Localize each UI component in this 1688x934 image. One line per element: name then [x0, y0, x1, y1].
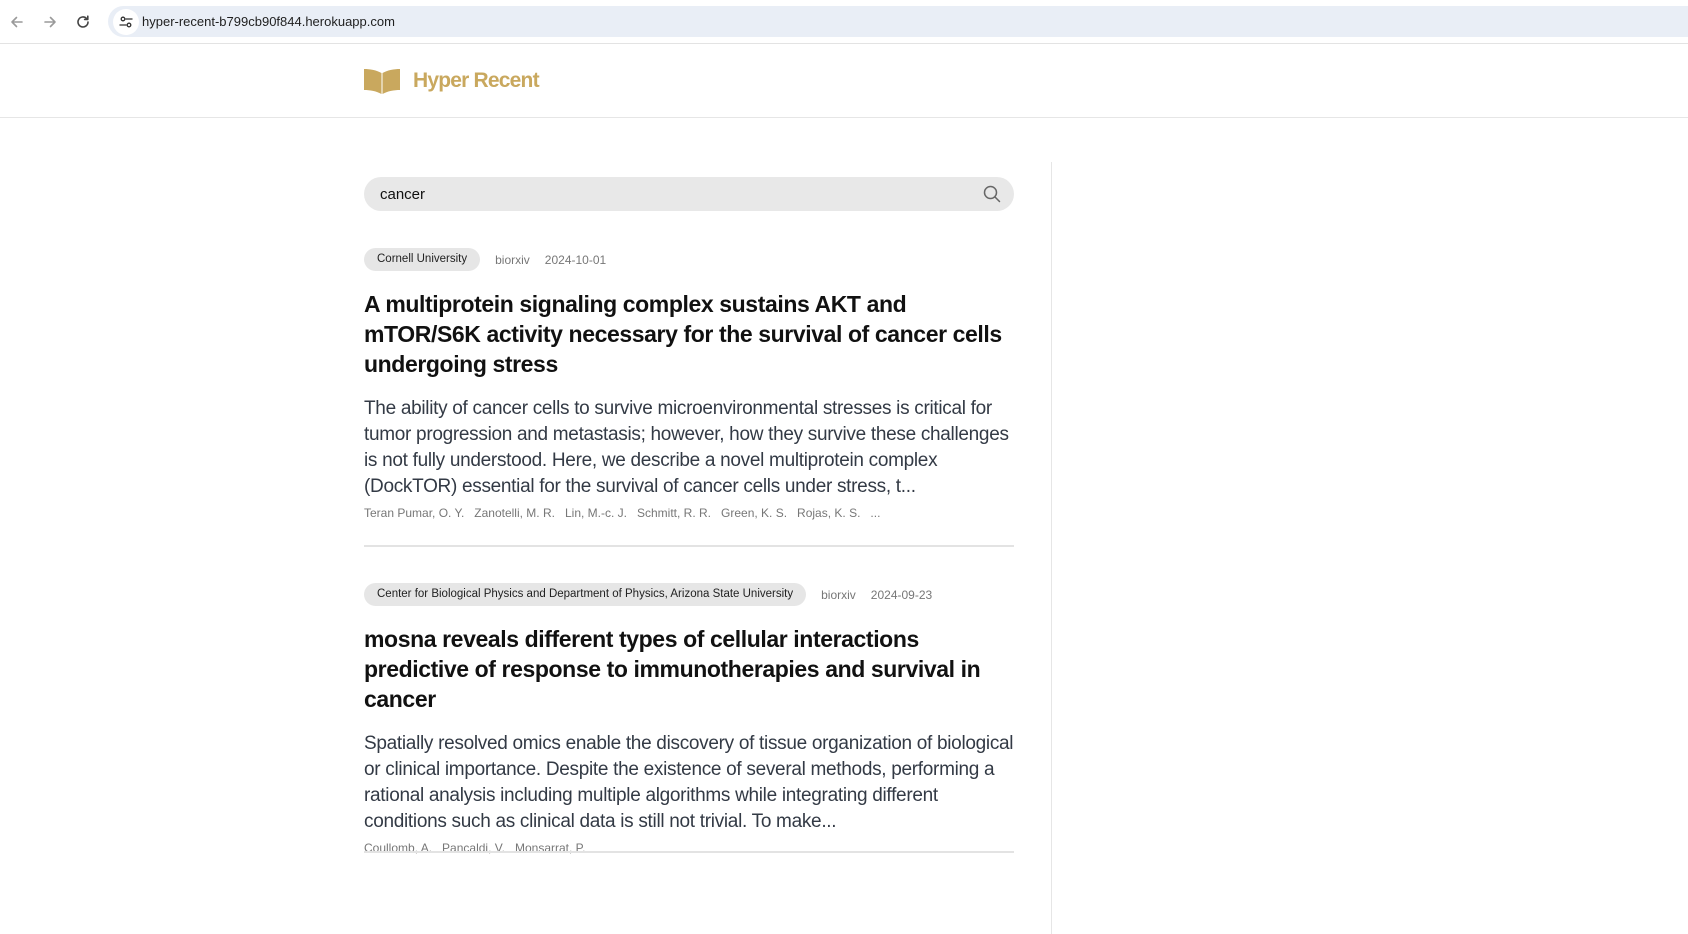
site-name: Hyper Recent — [413, 69, 540, 92]
article-abstract: The ability of cancer cells to survive m… — [364, 398, 1009, 497]
search-input[interactable] — [378, 177, 968, 211]
article-date: 2024-10-01 — [544, 252, 607, 267]
article-divider — [364, 851, 1014, 853]
article-meta: Cornell University biorxiv 2024-10-01 — [364, 248, 1014, 271]
forward-button[interactable] — [36, 8, 64, 36]
arrow-left-icon — [11, 16, 23, 28]
search-box — [364, 177, 1014, 211]
site-logo[interactable]: Hyper Recent — [363, 64, 540, 98]
author-name[interactable]: Monsarrat, P. — [515, 840, 585, 856]
open-book-icon — [364, 69, 400, 94]
article-abstract: Spatially resolved omics enable the disc… — [364, 733, 1014, 832]
author-name[interactable]: Schmitt, R. R. — [637, 505, 711, 521]
author-name[interactable]: Zanotelli, M. R. — [474, 505, 555, 521]
article-card: Center for Biological Physics and Depart… — [364, 583, 1014, 856]
browser-toolbar: hyper-recent-b799cb90f844.herokuapp.com — [0, 0, 1688, 44]
reload-icon — [77, 15, 89, 28]
article-title[interactable]: mosna reveals different types of cellula… — [364, 624, 1014, 714]
more-authors[interactable]: ... — [870, 505, 880, 521]
back-button[interactable] — [3, 8, 31, 36]
author-name[interactable]: Rojas, K. S. — [797, 505, 860, 521]
author-name[interactable]: Lin, M.-c. J. — [565, 505, 627, 521]
article-date: 2024-09-23 — [870, 587, 933, 602]
site-info-icon[interactable] — [113, 9, 139, 35]
author-name[interactable]: Coullomb, A. — [364, 840, 432, 856]
author-list: Coullomb, A. Pancaldi, V. Monsarrat, P. — [364, 840, 1014, 856]
affiliation-badge[interactable]: Center for Biological Physics and Depart… — [364, 583, 807, 606]
article-meta: Center for Biological Physics and Depart… — [364, 583, 1014, 606]
site-header: Hyper Recent — [0, 44, 1688, 118]
affiliation-badge[interactable]: Cornell University — [364, 248, 481, 271]
url-text[interactable]: hyper-recent-b799cb90f844.herokuapp.com — [142, 6, 395, 37]
article-source: biorxiv — [821, 587, 856, 602]
reload-button[interactable] — [69, 8, 97, 36]
article-card: Cornell University biorxiv 2024-10-01 A … — [364, 248, 1014, 521]
article-divider — [364, 545, 1014, 547]
author-name[interactable]: Pancaldi, V. — [442, 840, 505, 856]
author-list: Teran Pumar, O. Y. Zanotelli, M. R. Lin,… — [364, 505, 1014, 521]
article-title[interactable]: A multiprotein signaling complex sustain… — [364, 289, 1014, 379]
author-name[interactable]: Green, K. S. — [721, 505, 787, 521]
author-name[interactable]: Teran Pumar, O. Y. — [364, 505, 464, 521]
search-icon[interactable] — [982, 184, 1002, 204]
address-bar[interactable]: hyper-recent-b799cb90f844.herokuapp.com — [108, 6, 1688, 37]
sidebar-divider — [1051, 162, 1052, 934]
arrow-right-icon — [44, 16, 56, 28]
article-source: biorxiv — [495, 252, 530, 267]
